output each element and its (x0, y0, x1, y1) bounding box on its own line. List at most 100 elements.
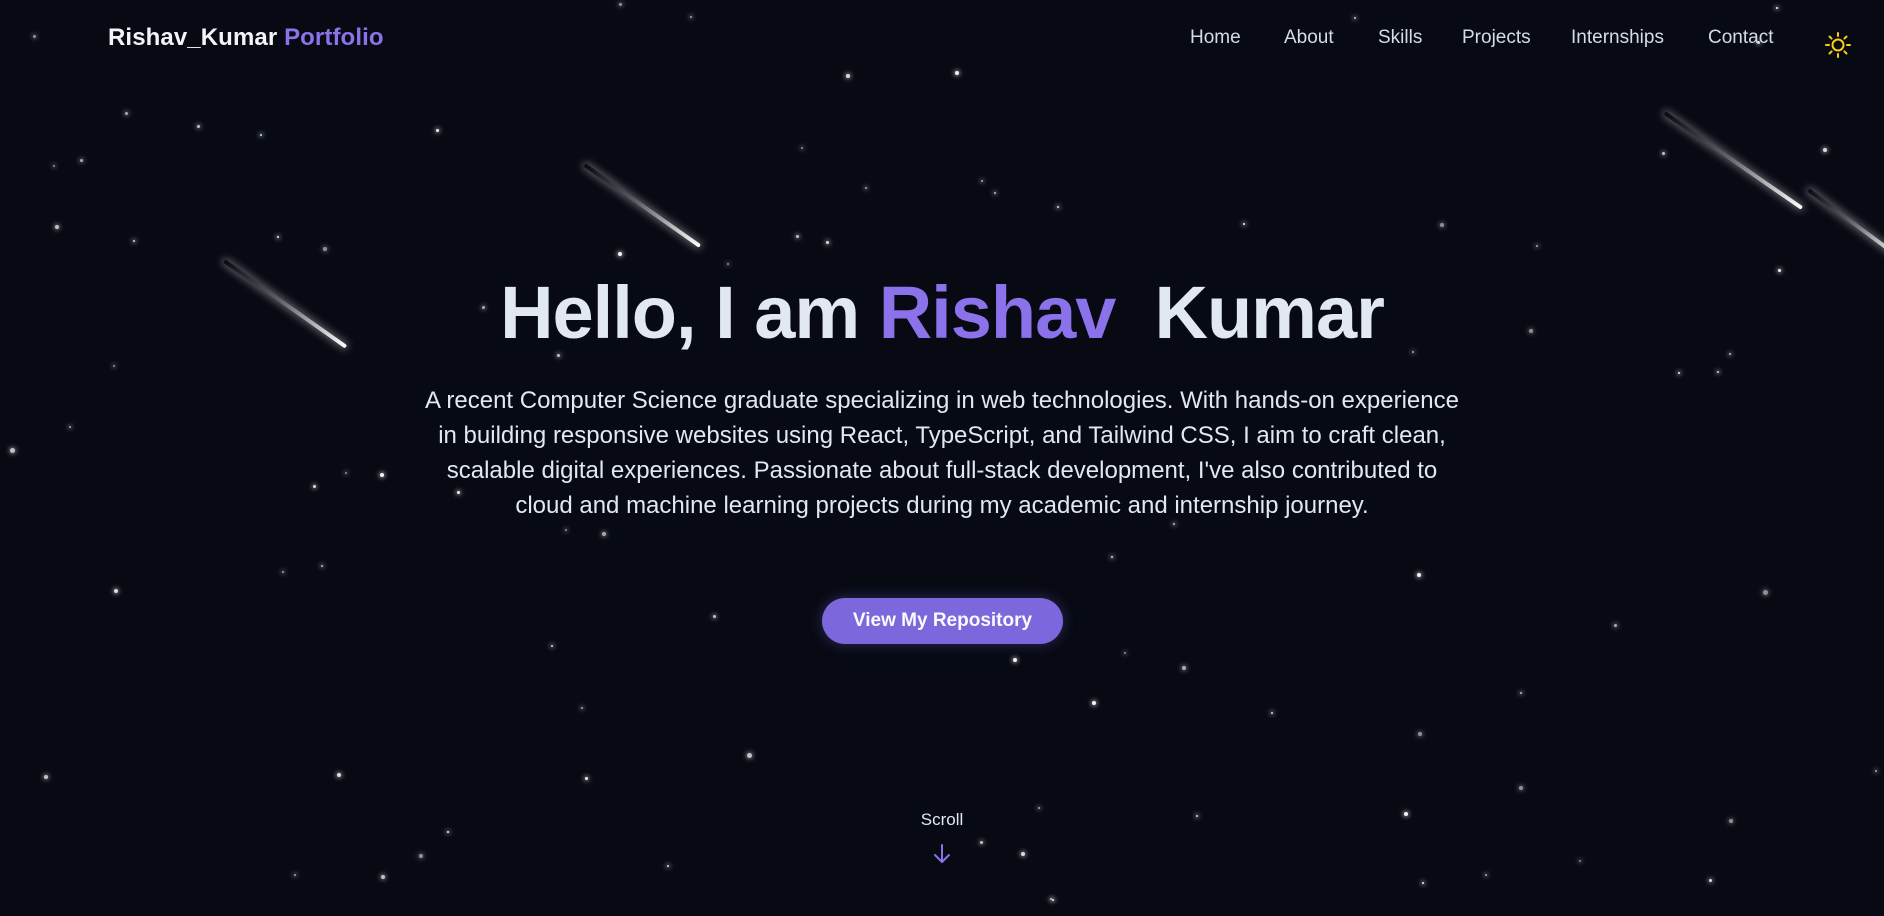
star-decoration (53, 165, 55, 167)
star-decoration (323, 247, 327, 251)
star-decoration (282, 571, 284, 573)
star-decoration (55, 225, 59, 229)
nav-link-home[interactable]: Home (1190, 27, 1241, 49)
star-decoration (1354, 17, 1356, 19)
hero-title-suffix: Kumar (1154, 271, 1385, 354)
star-decoration (1271, 712, 1273, 714)
star-decoration (1579, 860, 1581, 862)
star-decoration (124, 111, 128, 115)
star-decoration (1196, 815, 1198, 817)
star-decoration (1661, 151, 1665, 155)
star-decoration (1021, 852, 1025, 856)
star-decoration (113, 365, 115, 367)
star-decoration (1776, 7, 1778, 9)
hero-title-prefix: Hello, I am (500, 271, 860, 354)
theme-toggle-button[interactable] (1824, 31, 1852, 59)
star-decoration (667, 865, 669, 867)
star-decoration (955, 71, 959, 75)
star-decoration (381, 875, 385, 879)
star-decoration (979, 840, 983, 844)
star-decoration (1404, 812, 1408, 816)
star-decoration (380, 473, 384, 477)
star-decoration (1057, 206, 1059, 208)
star-decoration (435, 128, 439, 132)
star-decoration (1111, 556, 1113, 558)
star-decoration (690, 16, 692, 18)
star-decoration (1013, 658, 1017, 662)
nav-link-skills[interactable]: Skills (1378, 27, 1422, 49)
star-decoration (321, 565, 323, 567)
star-decoration (551, 645, 553, 647)
arrow-down-icon[interactable] (933, 843, 951, 865)
star-decoration (581, 707, 583, 709)
star-decoration (1440, 223, 1444, 227)
shooting-star-decoration (1806, 188, 1884, 260)
star-decoration (1536, 245, 1538, 247)
star-decoration (260, 134, 262, 136)
hero-description: A recent Computer Science graduate speci… (425, 387, 1459, 519)
star-decoration (846, 74, 850, 78)
hero-section: Rishav_Kumar Portfolio Home About Skills… (0, 0, 1884, 916)
star-decoration (133, 240, 135, 242)
main-nav: Home About Skills Projects Internships C… (0, 27, 1884, 57)
star-decoration (447, 831, 449, 833)
star-decoration (294, 874, 296, 876)
view-repository-button[interactable]: View My Repository (822, 598, 1063, 644)
star-decoration (1519, 786, 1523, 790)
star-decoration (1417, 573, 1421, 577)
star-decoration (865, 187, 867, 189)
star-decoration (618, 2, 622, 6)
star-decoration (1520, 692, 1522, 694)
star-decoration (1243, 223, 1245, 225)
star-decoration (1729, 819, 1733, 823)
star-decoration (1052, 899, 1054, 901)
star-decoration (584, 776, 588, 780)
star-decoration (1485, 874, 1487, 876)
star-decoration (1038, 807, 1040, 809)
scroll-label: Scroll (920, 810, 964, 829)
star-decoration (69, 426, 71, 428)
hero-title-highlight: Rishav (878, 271, 1117, 354)
nav-link-contact[interactable]: Contact (1708, 27, 1773, 49)
star-decoration (994, 192, 996, 194)
star-decoration (801, 147, 803, 149)
sun-icon (1825, 32, 1851, 58)
star-decoration (1092, 701, 1096, 705)
star-decoration (277, 236, 279, 238)
star-decoration (1762, 589, 1768, 595)
nav-link-internships[interactable]: Internships (1571, 27, 1664, 49)
star-decoration (981, 180, 983, 182)
star-decoration (9, 447, 15, 453)
star-decoration (79, 158, 83, 162)
star-decoration (1182, 666, 1186, 670)
shooting-star-decoration (583, 163, 702, 248)
star-decoration (1708, 878, 1712, 882)
nav-link-projects[interactable]: Projects (1462, 27, 1531, 49)
star-decoration (196, 124, 200, 128)
star-decoration (1418, 732, 1422, 736)
nav-link-about[interactable]: About (1284, 27, 1334, 49)
star-decoration (727, 263, 729, 265)
hero-heading: Hello, I am Rishav Kumar (0, 270, 1884, 355)
star-decoration (1173, 523, 1175, 525)
star-decoration (795, 234, 799, 238)
star-decoration (312, 484, 316, 488)
star-decoration (1678, 372, 1680, 374)
star-decoration (345, 472, 347, 474)
star-decoration (746, 752, 752, 758)
star-decoration (337, 773, 341, 777)
star-decoration (44, 775, 48, 779)
star-decoration (114, 589, 118, 593)
star-decoration (1124, 652, 1126, 654)
shooting-star-decoration (1663, 111, 1804, 210)
star-decoration (825, 240, 829, 244)
star-decoration (419, 854, 423, 858)
star-decoration (1613, 623, 1617, 627)
star-decoration (1875, 770, 1877, 772)
star-decoration (1422, 882, 1424, 884)
star-decoration (1823, 148, 1827, 152)
star-decoration (565, 529, 567, 531)
star-decoration (618, 252, 622, 256)
star-decoration (602, 532, 606, 536)
star-decoration (1717, 371, 1719, 373)
